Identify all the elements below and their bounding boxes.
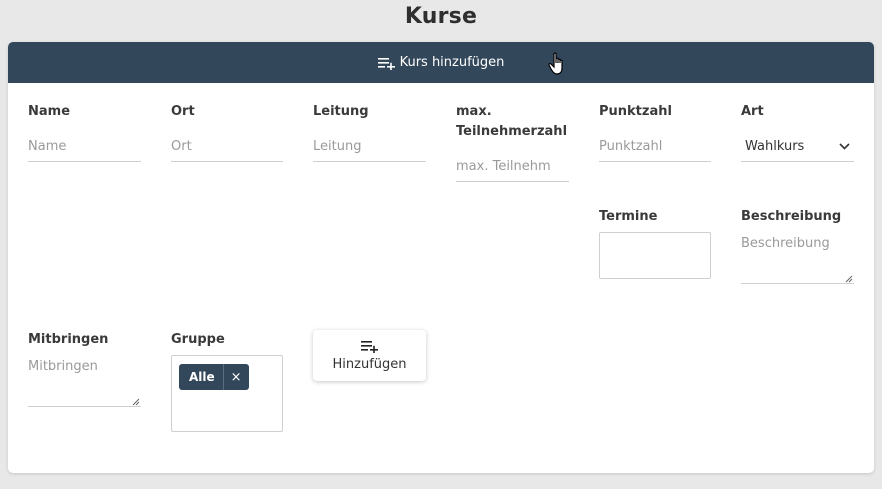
resize-grip-icon[interactable]: [132, 398, 140, 406]
name-input[interactable]: [28, 132, 141, 162]
chevron-down-icon: [839, 139, 850, 154]
add-course-header-button[interactable]: Kurs hinzufügen: [8, 42, 874, 83]
gruppe-chip-label: Alle: [189, 370, 215, 384]
gruppe-label: Gruppe: [171, 332, 225, 347]
beschreibung-textarea[interactable]: [741, 236, 854, 284]
leitung-input[interactable]: [313, 132, 426, 162]
mitbringen-label: Mitbringen: [28, 332, 109, 347]
gruppe-chip: Alle ×: [179, 364, 249, 390]
resize-grip-icon[interactable]: [845, 275, 853, 283]
mitbringen-textarea[interactable]: [28, 359, 141, 407]
max-teilnehmer-input[interactable]: [456, 152, 569, 182]
close-icon[interactable]: ×: [224, 370, 249, 385]
hand-cursor-icon: [548, 52, 563, 75]
termine-field[interactable]: [599, 232, 711, 279]
art-select[interactable]: Wahlkurs: [741, 132, 854, 162]
max-teilnehmer-label-line1: max.: [456, 104, 492, 119]
name-label: Name: [28, 104, 71, 119]
hinzufuegen-button[interactable]: Hinzufügen: [313, 330, 426, 381]
ort-label: Ort: [171, 104, 195, 119]
beschreibung-label: Beschreibung: [741, 209, 842, 224]
leitung-label: Leitung: [313, 104, 369, 119]
art-label: Art: [741, 104, 764, 119]
ort-input[interactable]: [171, 132, 283, 162]
termine-label: Termine: [599, 209, 658, 224]
punktzahl-label: Punktzahl: [599, 104, 672, 119]
playlist-add-icon: [377, 56, 396, 70]
course-form-card: Kurs hinzufügen Name Ort Leitung max. Te…: [8, 42, 874, 473]
hinzufuegen-button-label: Hinzufügen: [332, 357, 407, 372]
max-teilnehmer-label-line2: Teilnehmerzahl: [456, 124, 568, 139]
playlist-add-icon: [360, 339, 379, 357]
art-select-value: Wahlkurs: [745, 139, 805, 154]
page-title: Kurse: [404, 4, 478, 29]
add-course-header-label: Kurs hinzufügen: [399, 55, 505, 70]
punktzahl-input[interactable]: [599, 132, 711, 162]
